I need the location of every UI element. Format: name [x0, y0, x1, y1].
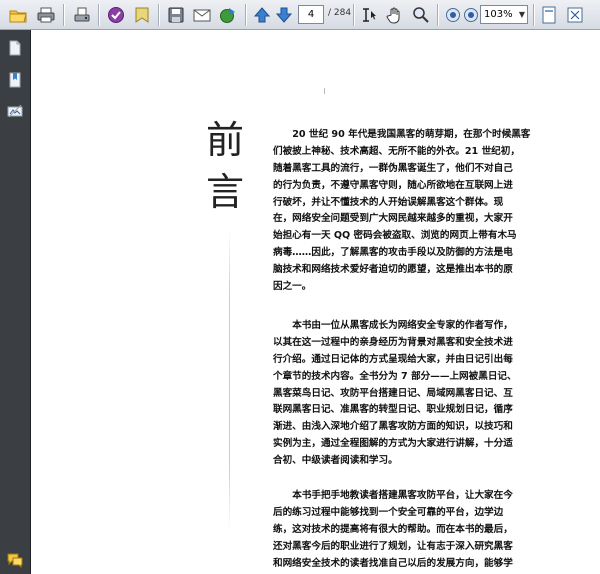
save-icon[interactable]	[164, 3, 188, 27]
email-icon[interactable]	[190, 3, 214, 27]
paragraph-2: 本书由一位从黑客成长为网络安全专家的作者写作， 以其在这一过程中的亲身经历为背景对…	[273, 318, 558, 470]
text-line: 渐进、由浅入深地介绍了黑客攻防方面的知识，以技巧和	[273, 421, 513, 433]
text-line: 行破坏，并让不懂技术的人开始误解黑客这个群体。现	[273, 196, 504, 208]
toolbar: 4 / 284 103% ▼	[0, 0, 600, 30]
text-line: 个章节的技术内容。全书分为 7 部分——上网被黑日记、	[273, 370, 517, 382]
paragraph-3: 本书手把手地教读者搭建黑客攻防平台，让大家在今后的练习过程中能够找到一个安全可靠…	[273, 488, 558, 572]
chevron-down-icon: ▼	[518, 10, 525, 19]
text-line: 后的练习过程中能够找到一个安全可靠的平台，边学边	[273, 506, 504, 518]
single-page-icon[interactable]	[537, 3, 561, 27]
document-viewport[interactable]: 前 言 20 世纪 90 年代是我国黑客的萌芽期，在那个时候黑客们被披上神秘、技…	[31, 30, 600, 574]
text-line: 病毒……因此，了解黑客的攻击手段以及防御的方法是电	[273, 247, 513, 259]
bookmarks-icon[interactable]	[5, 70, 25, 90]
purple-sign-icon[interactable]	[104, 3, 128, 27]
arrow-down-icon[interactable]	[272, 3, 296, 27]
open-folder-icon[interactable]	[6, 3, 30, 27]
text-line: 20 世纪 90 年代是我国黑客的萌芽期，在那个时候黑客	[292, 129, 531, 140]
text-line: 联网黑客日记、准黑客的转型日记、职业规划日记，循序	[273, 404, 513, 416]
decorative-rule	[229, 230, 230, 530]
text-line: 黑客菜鸟日记、攻防平台搭建日记、局域网黑客日记、互	[273, 387, 513, 399]
text-line: 还对黑客今后的职业进行了规划，让有志于深入研究黑客	[273, 540, 513, 552]
zoom-value: 103%	[484, 9, 513, 20]
text-line: 实例为主，通过全程图解的方式为大家进行讲解，十分适	[273, 438, 513, 450]
text-line: 本书由一位从黑客成长为网络安全专家的作者写作，	[292, 320, 513, 331]
page-number-input[interactable]: 4	[298, 5, 324, 24]
toolbar-separator	[98, 4, 100, 26]
text-line: 的行为负责，不遵守黑客守则，随心所欲地在互联网上进	[273, 179, 513, 191]
text-line: 因之一。	[273, 281, 312, 293]
text-line: 合初、中级读者阅读和学习。	[273, 455, 398, 467]
comments-icon[interactable]	[5, 550, 25, 570]
ribbon-icon[interactable]	[130, 3, 154, 27]
toolbar-separator	[245, 4, 247, 26]
toolbar-separator	[437, 4, 439, 26]
heading-char-1: 前	[205, 118, 244, 162]
select-text-icon[interactable]	[357, 3, 381, 27]
fit-page-icon[interactable]	[563, 3, 587, 27]
globe-icon[interactable]	[216, 3, 240, 27]
zoom-tool-icon[interactable]	[409, 3, 433, 27]
paragraph-1: 20 世纪 90 年代是我国黑客的萌芽期，在那个时候黑客们被披上神秘、技术高超、…	[273, 127, 558, 296]
page-total: / 284	[328, 8, 352, 18]
text-line: 始担心有一天 QQ 密码会被盗取、浏览的网页上带有木马	[273, 230, 517, 242]
heading-char-2: 言	[205, 170, 244, 214]
arrow-up-icon[interactable]	[250, 3, 274, 27]
text-line: 随着黑客工具的流行，一群伪黑客诞生了，他们不对自己	[273, 162, 513, 174]
text-line: 在，网络安全问题受到广大网民越来越多的重视，大家开	[273, 213, 513, 225]
toolbar-separator	[158, 4, 160, 26]
toolbar-separator	[533, 4, 535, 26]
navigation-panel	[0, 30, 31, 574]
toolbar-separator	[63, 4, 65, 26]
text-line: 脑技术和网络技术爱好者迫切的愿望，这是推出本书的原	[273, 264, 513, 276]
scan-icon[interactable]	[70, 3, 94, 27]
text-line: 和网络安全技术的读者找准自己以后的发展方向，能够学	[273, 557, 513, 569]
signatures-icon[interactable]	[5, 101, 25, 121]
print-icon[interactable]	[34, 3, 58, 27]
pages-icon[interactable]	[5, 38, 25, 58]
zoom-select[interactable]: 103% ▼	[480, 5, 528, 24]
toolbar-separator	[353, 4, 355, 26]
text-line: 练，这对技术的提高将有很大的帮助。而在本书的最后，	[273, 523, 513, 535]
text-line: 本书手把手地教读者搭建黑客攻防平台，让大家在今	[292, 490, 513, 501]
page-mark	[324, 88, 325, 94]
text-line: 们被披上神秘、技术高超、无所不能的外衣。21 世纪初，	[273, 145, 520, 157]
text-line: 以其在这一过程中的亲身经历为背景对黑客和安全技术进	[273, 336, 513, 348]
hand-icon[interactable]	[383, 3, 407, 27]
text-line: 行介绍。通过日记体的方式呈现给大家，并由日记引出每	[273, 353, 513, 365]
